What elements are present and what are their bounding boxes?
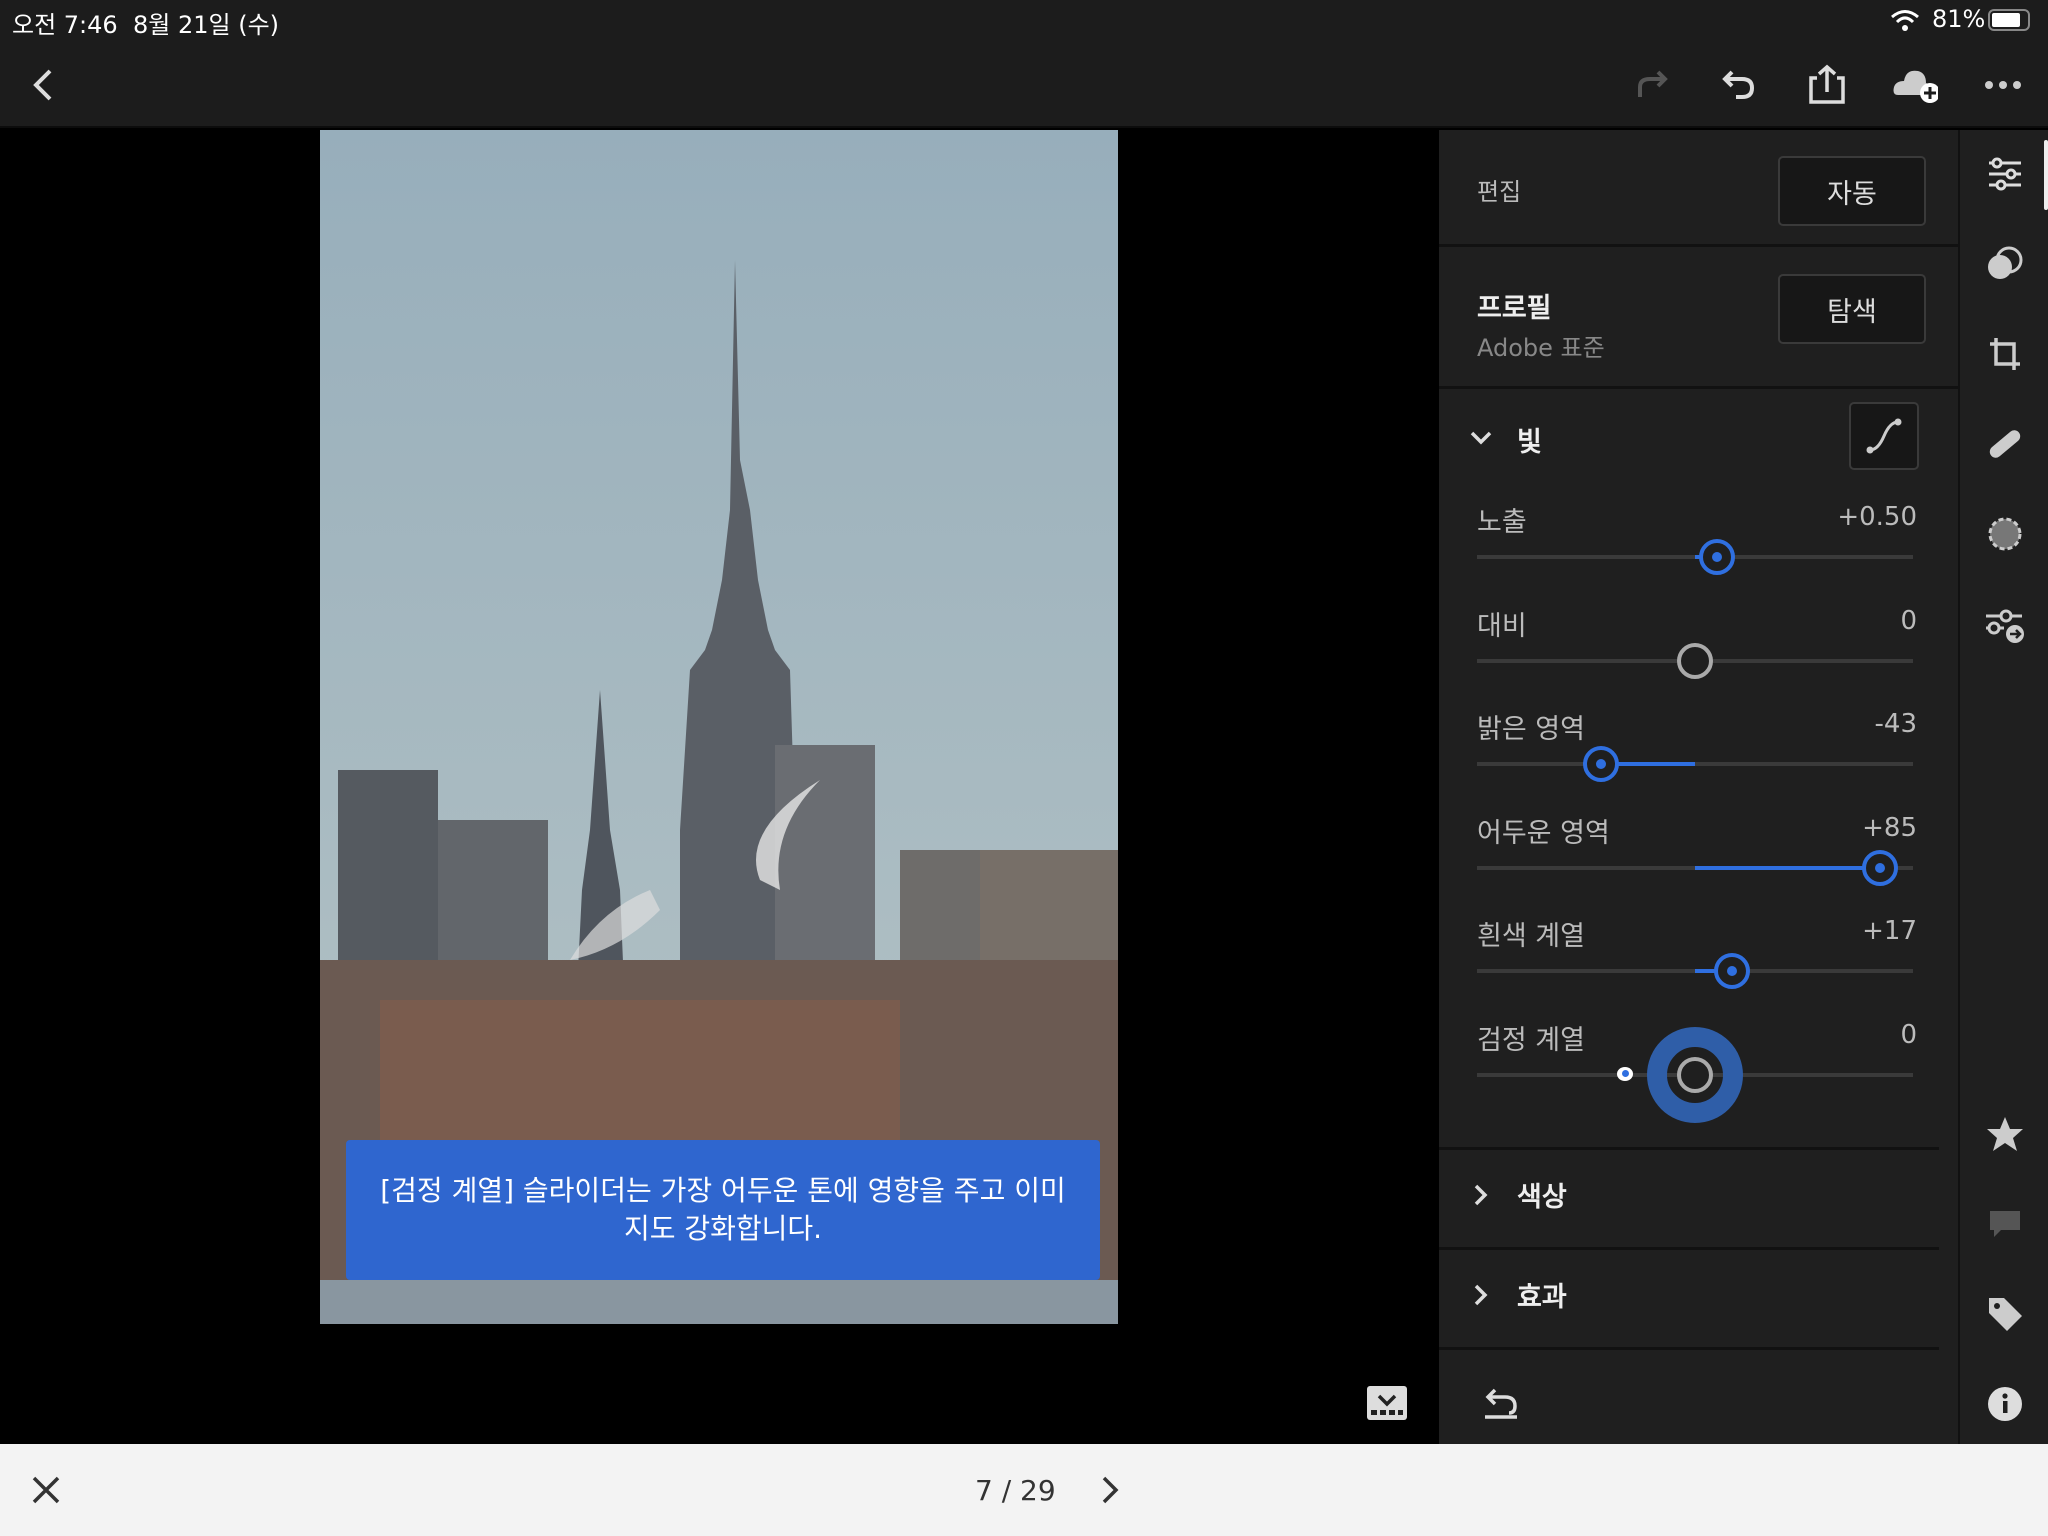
close-button[interactable] xyxy=(30,1474,62,1506)
slider-value[interactable]: 0 xyxy=(1797,1020,1917,1050)
edit-label: 편집 xyxy=(1477,172,1521,207)
redo-button[interactable] xyxy=(1629,62,1675,108)
slider-label: 검정 계열 xyxy=(1477,1018,1585,1057)
auto-button[interactable]: 자동 xyxy=(1778,156,1926,226)
info-icon[interactable] xyxy=(1982,1381,2028,1427)
slider-label: 밝은 영역 xyxy=(1477,707,1585,746)
color-section-header[interactable]: 색상 xyxy=(1469,1175,1919,1215)
slider-label: 흰색 계열 xyxy=(1477,914,1585,953)
masking-icon[interactable] xyxy=(1982,511,2028,557)
divider xyxy=(1439,1347,1939,1350)
bottom-bar: 7 / 29 xyxy=(0,1444,2048,1536)
slider-thumb[interactable] xyxy=(1862,850,1898,886)
chevron-down-icon xyxy=(1469,428,1493,448)
effects-section-header[interactable]: 효과 xyxy=(1469,1275,1919,1315)
light-section-label: 빛 xyxy=(1517,420,1542,459)
healing-brush-icon[interactable] xyxy=(1982,421,2028,467)
top-toolbar xyxy=(0,40,2048,128)
status-bar: 오전 7:46 8월 21일 (수) 81% xyxy=(0,0,2048,40)
slider-thumb[interactable] xyxy=(1714,953,1750,989)
undo-button[interactable] xyxy=(1715,62,1761,108)
battery-percent: 81% xyxy=(1932,5,1985,33)
slider-label: 어두운 영역 xyxy=(1477,811,1610,850)
slider-fill xyxy=(1695,866,1880,870)
status-date: 8월 21일 (수) xyxy=(133,5,279,40)
browse-profile-button[interactable]: 탐색 xyxy=(1778,274,1926,344)
reset-icon xyxy=(1481,1385,1521,1421)
rail-scrollbar[interactable] xyxy=(2044,140,2048,210)
comment-icon[interactable] xyxy=(1982,1201,2028,1247)
next-photo-button[interactable] xyxy=(1098,1474,1122,1506)
slider-track[interactable] xyxy=(1477,762,1913,766)
slider-thumb[interactable] xyxy=(1699,539,1735,575)
adjust-sliders-icon[interactable] xyxy=(1982,151,2028,197)
chevron-right-icon xyxy=(1098,1474,1122,1506)
divider xyxy=(1439,1247,1939,1250)
tag-icon[interactable] xyxy=(1982,1291,2028,1337)
star-rating-icon[interactable] xyxy=(1982,1111,2028,1157)
slider-label: 대비 xyxy=(1477,604,1527,643)
slider-label: 노출 xyxy=(1477,500,1527,539)
tool-rail xyxy=(1958,130,2048,1444)
close-icon xyxy=(30,1474,62,1506)
back-button[interactable] xyxy=(20,62,66,108)
battery-icon xyxy=(1988,9,2030,31)
slider-value[interactable]: +17 xyxy=(1797,916,1917,946)
divider xyxy=(1439,1147,1939,1150)
slider-value[interactable]: +0.50 xyxy=(1797,502,1917,532)
presets-icon[interactable] xyxy=(1982,241,2028,287)
filmstrip-toggle-icon[interactable] xyxy=(1367,1386,1407,1420)
chevron-right-icon xyxy=(1471,1283,1491,1307)
slider-thumb[interactable] xyxy=(1677,1057,1713,1093)
share-button[interactable] xyxy=(1804,62,1850,108)
divider xyxy=(1439,386,1958,389)
page-indicator: 7 / 29 xyxy=(975,1474,1056,1507)
curve-icon xyxy=(1864,416,1904,456)
tooltip: [검정 계열] 슬라이더는 가장 어두운 톤에 영향을 주고 이미지도 강화합니… xyxy=(346,1140,1100,1280)
versions-icon[interactable] xyxy=(1982,603,2028,649)
slider-value[interactable]: +85 xyxy=(1797,813,1917,843)
status-time: 오전 7:46 xyxy=(12,5,118,40)
profile-value: Adobe 표준 xyxy=(1477,328,1605,363)
tone-curve-button[interactable] xyxy=(1849,402,1919,470)
slider-value[interactable]: 0 xyxy=(1797,606,1917,636)
slider-value[interactable]: -43 xyxy=(1797,709,1917,739)
cloud-add-button[interactable] xyxy=(1892,62,1938,108)
more-button[interactable] xyxy=(1980,62,2026,108)
color-section-label: 색상 xyxy=(1517,1175,1567,1214)
chevron-right-icon xyxy=(1471,1183,1491,1207)
slider-thumb[interactable] xyxy=(1677,643,1713,679)
wifi-icon xyxy=(1890,8,1920,32)
divider xyxy=(1439,244,1958,247)
light-section-header[interactable]: 빛 xyxy=(1469,420,1869,460)
edit-panel: 편집 자동 프로필 Adobe 표준 탐색 빛 노출 +0.50 대비 0 밝은 영… xyxy=(1439,130,1958,1444)
slider-thumb[interactable] xyxy=(1583,746,1619,782)
effects-section-label: 효과 xyxy=(1517,1275,1567,1314)
reset-button[interactable] xyxy=(1481,1385,1521,1421)
slider-hint-dot xyxy=(1617,1067,1633,1081)
crop-icon[interactable] xyxy=(1982,331,2028,377)
profile-label: 프로필 xyxy=(1477,286,1552,325)
